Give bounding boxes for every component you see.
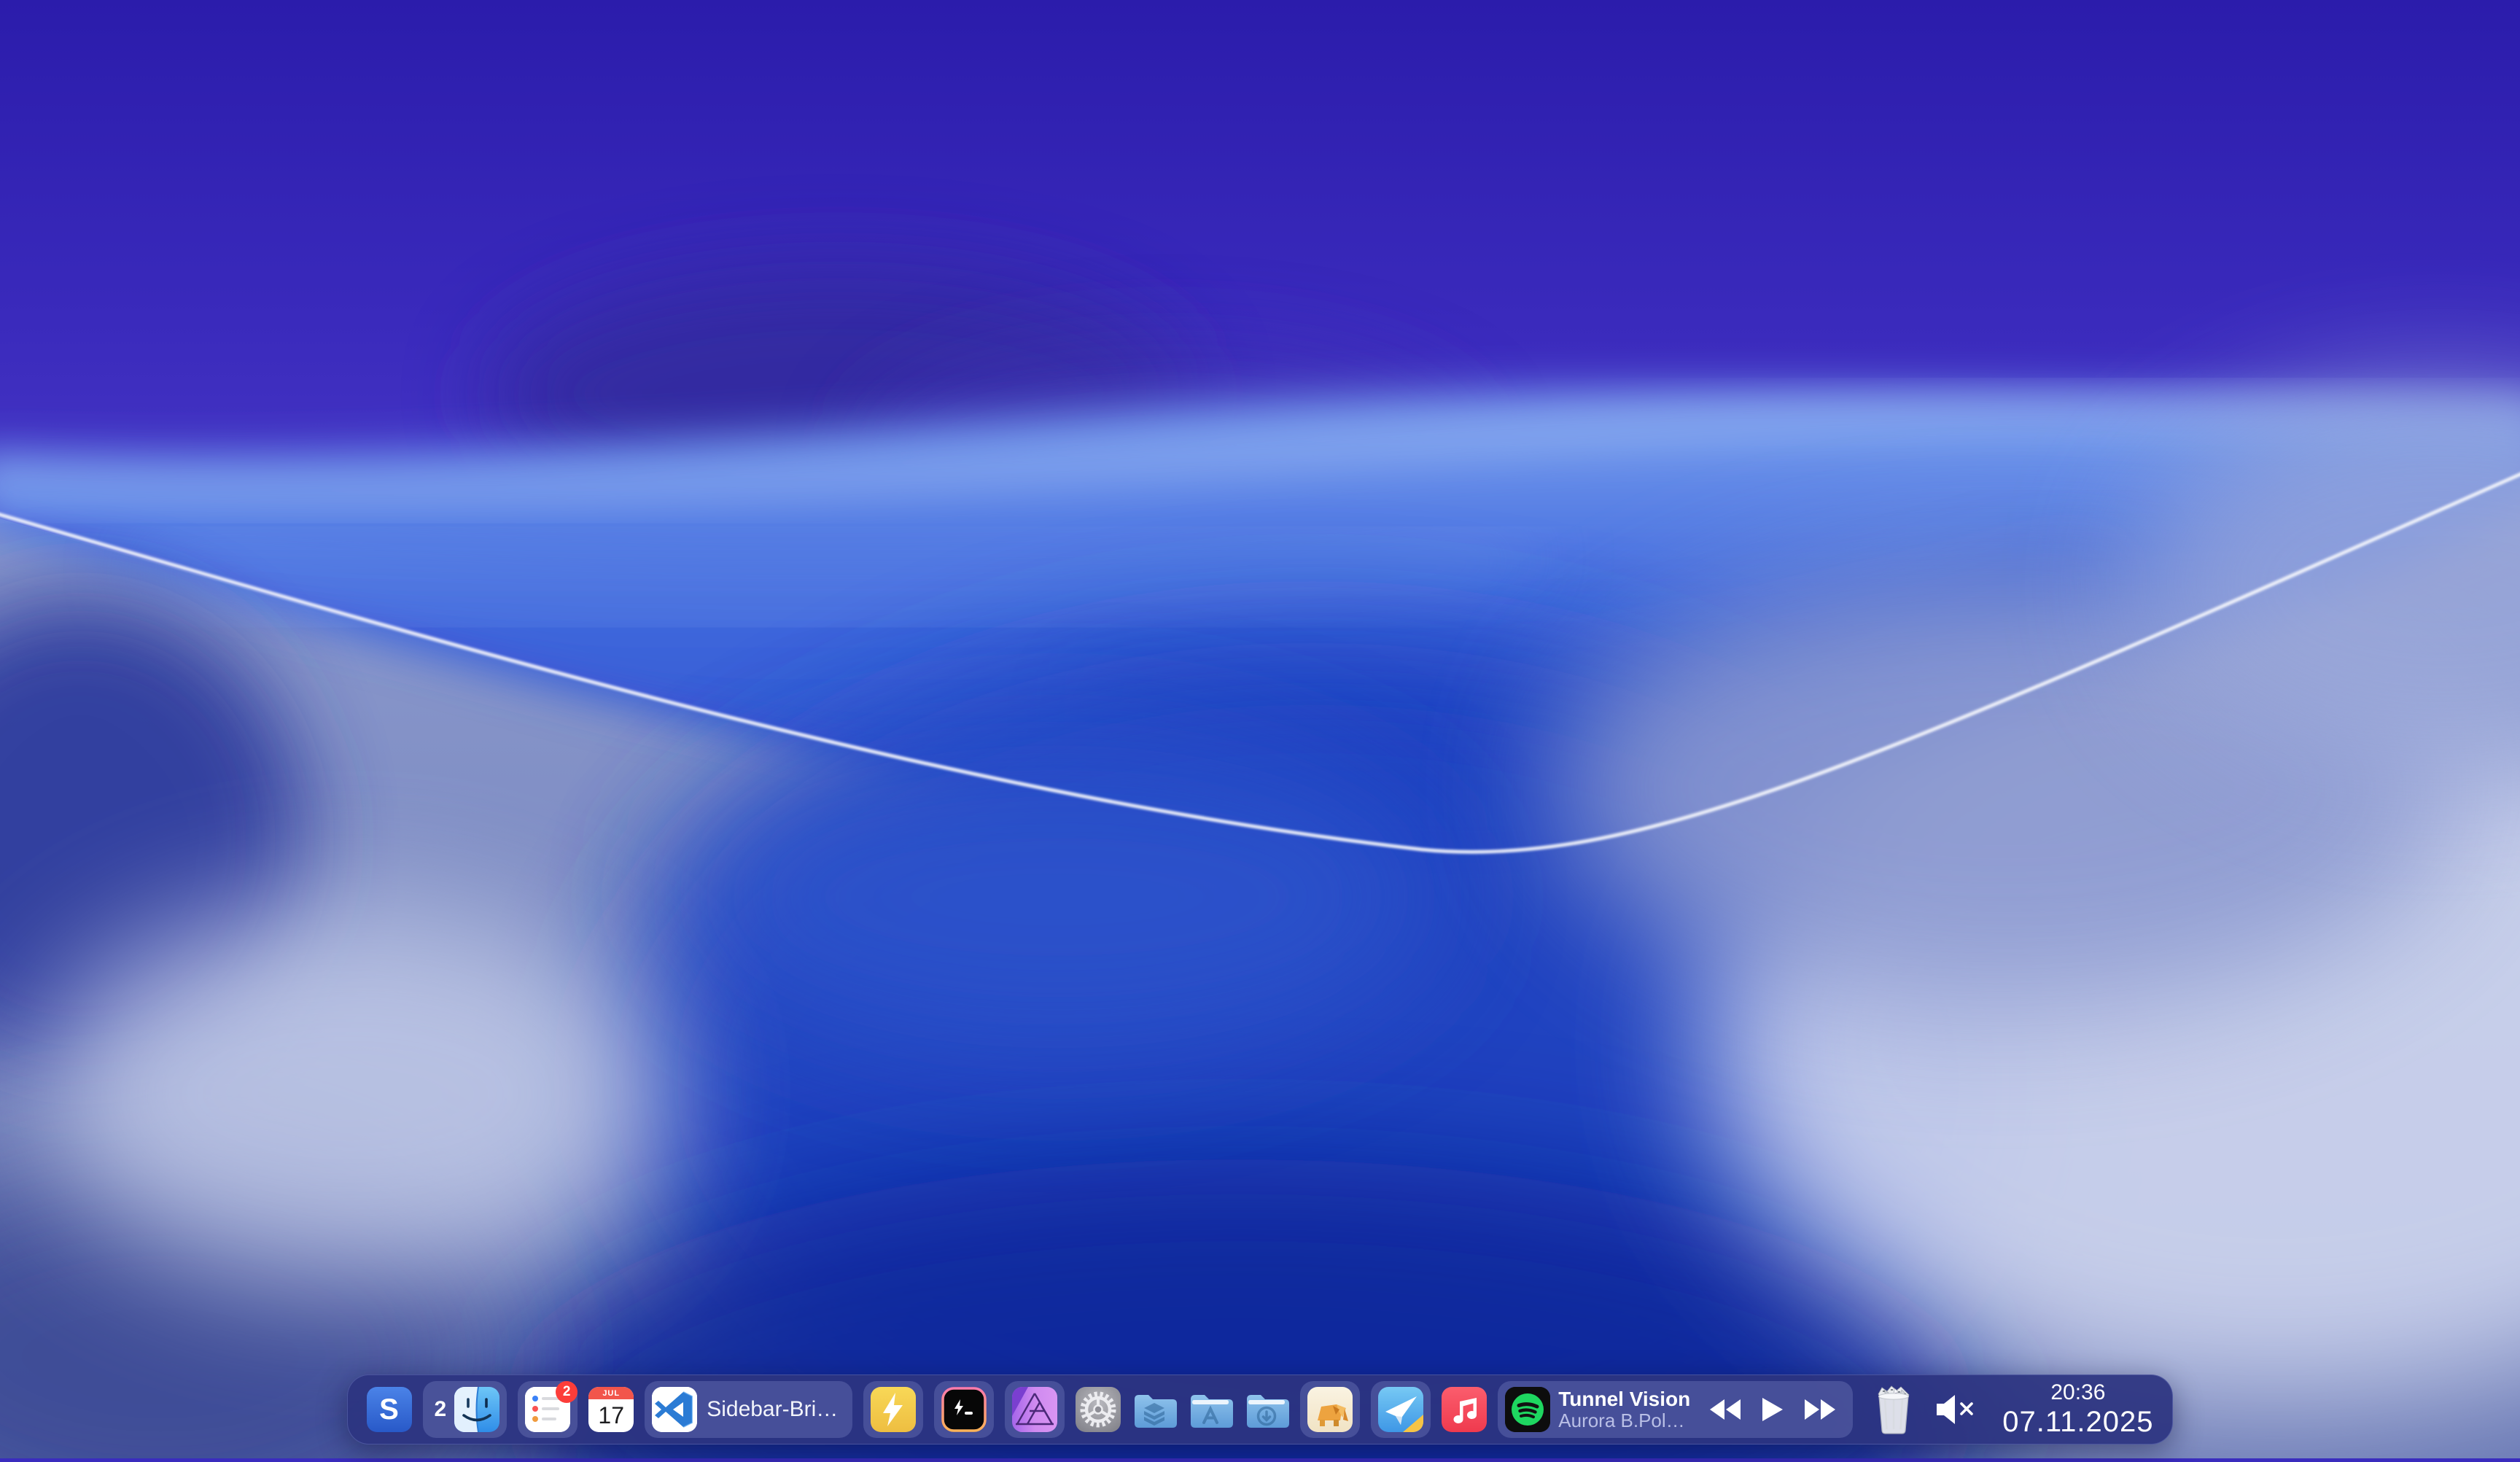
playback-controls: [1698, 1398, 1846, 1421]
folder-downloads-icon[interactable]: [1244, 1387, 1289, 1432]
rewind-button[interactable]: [1710, 1399, 1741, 1420]
calendar-day: 17: [598, 1402, 624, 1429]
dock: S 2: [347, 1374, 2174, 1444]
reminders-badge: 2: [556, 1381, 578, 1403]
dock-container: S 2: [0, 1374, 2520, 1444]
desktop-wallpaper: [0, 0, 2520, 1458]
lightning-app-icon[interactable]: [871, 1387, 916, 1432]
clock-time: 20:36: [2050, 1380, 2105, 1406]
finder-window-group[interactable]: 2: [423, 1381, 508, 1438]
play-button[interactable]: [1762, 1398, 1783, 1421]
trash-full-icon[interactable]: [1874, 1384, 1913, 1435]
dock-tail: 20:36 07.11.2025: [1874, 1380, 2153, 1439]
warp-terminal-icon[interactable]: [941, 1387, 987, 1432]
affinity-photo-icon[interactable]: [1012, 1387, 1057, 1432]
affinity-photo-group[interactable]: [1005, 1381, 1065, 1438]
postico-icon[interactable]: [1307, 1387, 1353, 1432]
warp-terminal-group[interactable]: [934, 1381, 994, 1438]
track-title: Tunnel Vision: [1558, 1388, 1690, 1410]
reminders-group[interactable]: 2: [518, 1381, 578, 1438]
reminders-icon[interactable]: 2: [525, 1387, 570, 1432]
spotify-icon[interactable]: [1505, 1387, 1550, 1432]
calendar-icon[interactable]: JUL 17: [588, 1387, 634, 1432]
finder-icon[interactable]: [454, 1387, 499, 1432]
clock-widget[interactable]: 20:36 07.11.2025: [1999, 1380, 2153, 1439]
s-app-letter: S: [379, 1393, 399, 1426]
track-artist: Aurora B.Pol…: [1558, 1410, 1690, 1431]
spark-mail-icon[interactable]: [1378, 1387, 1423, 1432]
now-playing-widget[interactable]: Tunnel Vision Aurora B.Pol…: [1498, 1381, 1853, 1438]
vscode-window-group[interactable]: Sidebar-Bri…: [645, 1381, 852, 1438]
spark-mail-group[interactable]: [1371, 1381, 1431, 1438]
system-settings-icon[interactable]: [1076, 1387, 1121, 1432]
apple-music-icon[interactable]: [1442, 1387, 1487, 1432]
calendar-month: JUL: [602, 1389, 620, 1398]
vscode-icon[interactable]: [652, 1387, 697, 1432]
folder-applications-icon[interactable]: [1188, 1387, 1233, 1432]
s-app-icon[interactable]: S: [367, 1387, 412, 1432]
forward-button[interactable]: [1805, 1399, 1835, 1420]
window-count-badge: 2: [430, 1397, 447, 1422]
clock-date: 07.11.2025: [2002, 1405, 2153, 1439]
postico-group[interactable]: [1300, 1381, 1360, 1438]
volume-muted-icon[interactable]: [1934, 1392, 1979, 1427]
lightning-app-group[interactable]: [863, 1381, 923, 1438]
now-playing-text: Tunnel Vision Aurora B.Pol…: [1558, 1388, 1690, 1431]
folder-stack-icon[interactable]: [1132, 1387, 1177, 1432]
vscode-window-title: Sidebar-Bri…: [705, 1397, 845, 1422]
